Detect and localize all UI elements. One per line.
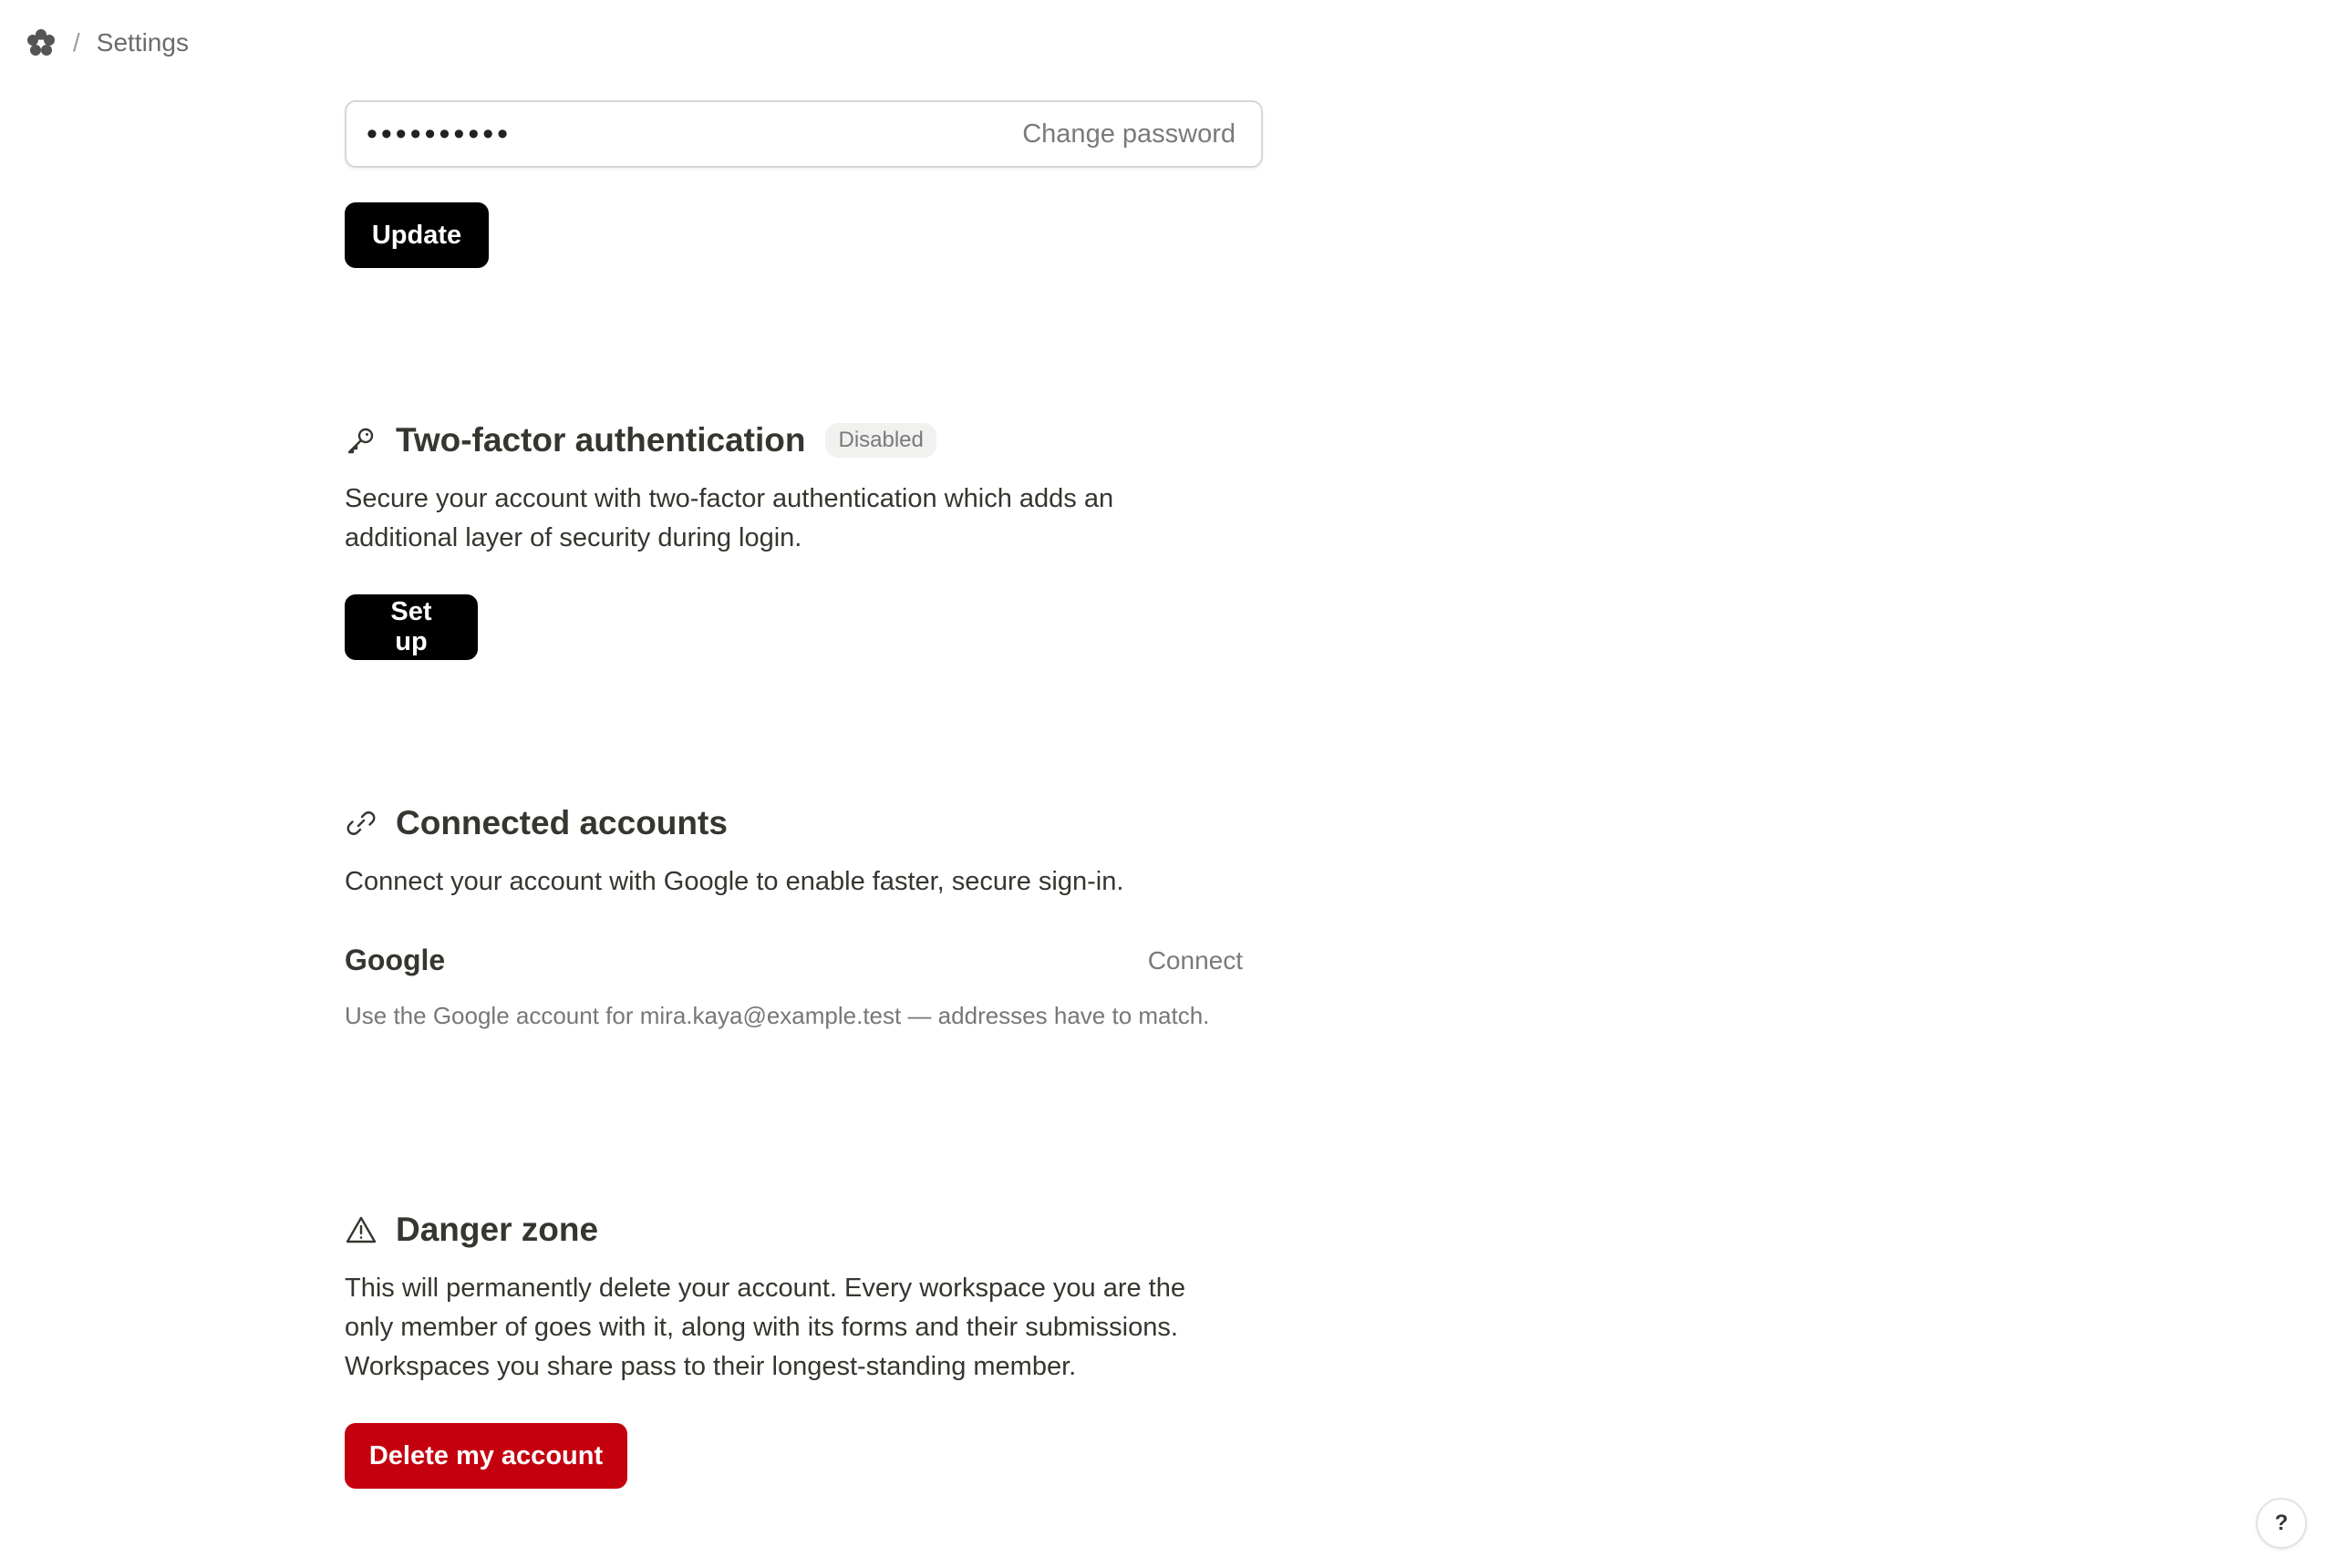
connected-accounts-section: Connected accounts Connect your account … xyxy=(345,804,1266,1032)
password-input[interactable] xyxy=(367,116,914,152)
breadcrumb: / Settings xyxy=(26,27,189,58)
google-provider-row: Google Connect xyxy=(345,944,1243,977)
provider-note: Use the Google account for mira.kaya@exa… xyxy=(345,1002,1210,1029)
key-icon xyxy=(345,424,377,457)
password-field[interactable]: Change password xyxy=(345,100,1263,168)
danger-zone-section: Danger zone This will permanently delete… xyxy=(345,1211,1266,1489)
connected-accounts-title: Connected accounts xyxy=(396,804,728,841)
delete-account-button[interactable]: Delete my account xyxy=(345,1423,627,1489)
connect-google-button[interactable]: Connect xyxy=(1148,946,1243,975)
settings-page: / Settings Change password Update Two-fa… xyxy=(0,0,2327,1568)
provider-name: Google xyxy=(345,944,446,976)
two-factor-section: Two-factor authentication Disabled Secur… xyxy=(345,421,1266,660)
two-factor-header: Two-factor authentication Disabled xyxy=(345,421,1266,459)
status-badge: Disabled xyxy=(825,423,936,458)
breadcrumb-separator: / xyxy=(73,28,80,57)
update-button[interactable]: Update xyxy=(345,202,489,268)
two-factor-title: Two-factor authentication xyxy=(396,421,806,459)
connected-accounts-description: Connect your account with Google to enab… xyxy=(345,867,1124,896)
danger-zone-title: Danger zone xyxy=(396,1211,599,1248)
warning-icon xyxy=(345,1213,377,1246)
help-label: ? xyxy=(2274,1511,2289,1535)
breadcrumb-current[interactable]: Settings xyxy=(97,28,189,57)
flower-logo-icon[interactable] xyxy=(26,27,57,58)
setup-button[interactable]: Set up xyxy=(345,594,478,660)
danger-zone-header: Danger zone xyxy=(345,1211,1266,1249)
help-button[interactable]: ? xyxy=(2256,1498,2307,1549)
danger-zone-description: This will permanently delete your accoun… xyxy=(345,1274,1185,1381)
two-factor-description: Secure your account with two-factor auth… xyxy=(345,484,1114,552)
connected-accounts-header: Connected accounts xyxy=(345,804,1266,842)
link-icon xyxy=(345,807,377,840)
change-password-link[interactable]: Change password xyxy=(1022,119,1236,150)
password-section: Change password Update xyxy=(345,100,1266,268)
